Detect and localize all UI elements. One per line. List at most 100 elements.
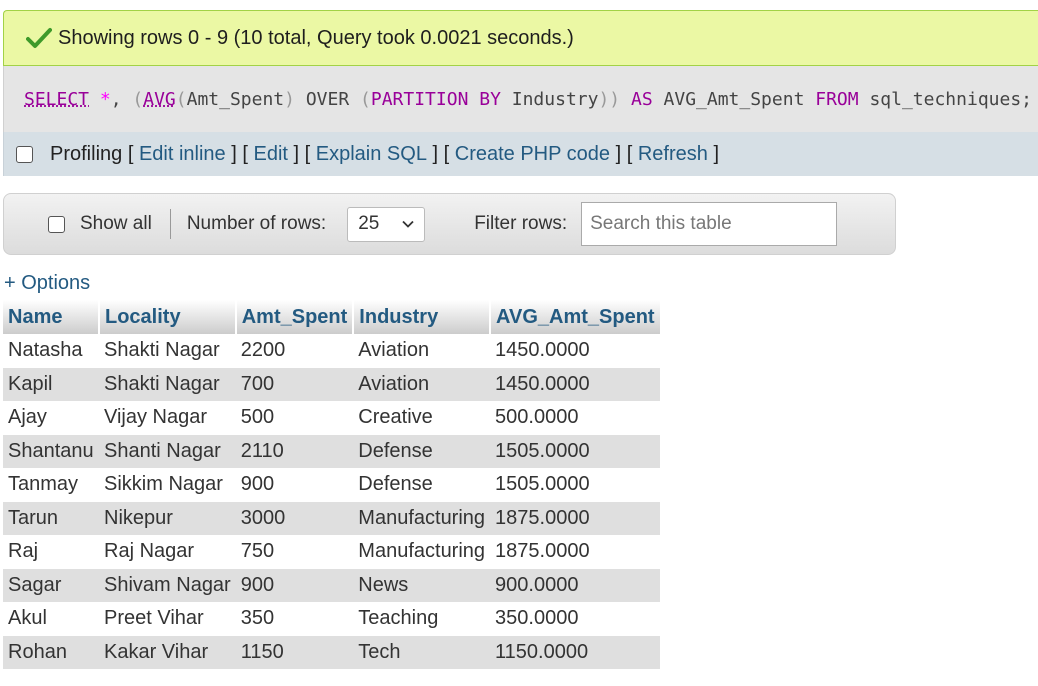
sql-token: ): [284, 88, 295, 110]
results-table: Name Locality Amt_Spent Industry AVG_Amt…: [3, 300, 660, 669]
table-row[interactable]: Tanmay Sikkim Nagar 900 Defense 1505.0000: [3, 468, 660, 502]
profiling-checkbox[interactable]: [16, 145, 33, 163]
cell-name: Akul: [3, 602, 99, 636]
rows-label: Number of rows:: [186, 213, 327, 234]
table-row[interactable]: Shantanu Shanti Nagar 2110 Defense 1505.0000: [3, 434, 660, 468]
show-all-checkbox[interactable]: [48, 215, 65, 233]
sql-token: AS: [631, 88, 653, 110]
divider: [169, 209, 171, 239]
sql-token: )): [598, 88, 621, 110]
cell-avg-amt-spent: 1505.0000: [490, 434, 660, 468]
cell-avg-amt-spent: 1875.0000: [490, 535, 660, 569]
table-row[interactable]: Tarun Nikepur 3000 Manufacturing 1875.0000: [3, 501, 660, 535]
cell-avg-amt-spent: 1875.0000: [490, 501, 660, 535]
cell-avg-amt-spent: 500.0000: [490, 401, 660, 435]
cell-avg-amt-spent: 900.0000: [490, 568, 660, 602]
sql-token: AVG_Amt_Spent: [652, 88, 816, 110]
column-header-locality[interactable]: Locality: [99, 300, 237, 334]
cell-avg-amt-spent: 1450.0000: [490, 367, 660, 401]
checkmark-icon: [26, 28, 52, 48]
cell-name: Tarun: [3, 501, 99, 535]
cell-industry: Defense: [353, 434, 491, 468]
cell-name: Raj: [3, 535, 99, 569]
cell-amt-spent: 1150: [235, 635, 354, 669]
cell-locality: Shivam Nagar: [99, 568, 236, 602]
cell-industry: Defense: [353, 468, 491, 502]
sql-token: ,: [110, 88, 133, 110]
sql-token: *: [99, 88, 111, 110]
sql-token[interactable]: SELECT: [24, 89, 89, 110]
options-link[interactable]: + Options: [4, 272, 90, 295]
cell-amt-spent: 500: [235, 401, 354, 435]
cell-locality: Kakar Vihar: [99, 635, 236, 669]
cell-industry: Creative: [353, 401, 491, 435]
cell-amt-spent: 2200: [235, 334, 354, 368]
cell-name: Sagar: [3, 568, 99, 602]
filter-rows-label: Filter rows:: [474, 213, 568, 234]
query-toolbar: Profiling [ Edit inline ] [ Edit ] [ Exp…: [3, 132, 1038, 176]
cell-avg-amt-spent: 1150.0000: [490, 635, 660, 669]
search-input[interactable]: [581, 202, 838, 246]
sql-token: (: [360, 88, 371, 110]
table-row[interactable]: Raj Raj Nagar 750 Manufacturing 1875.0000: [3, 535, 660, 569]
table-row[interactable]: Rohan Kakar Vihar 1150 Tech 1150.0000: [3, 635, 660, 669]
cell-amt-spent: 900: [235, 468, 354, 502]
sql-token[interactable]: AVG: [143, 89, 176, 110]
cell-amt-spent: 750: [235, 535, 354, 569]
cell-avg-amt-spent: 350.0000: [490, 602, 660, 636]
edit-link[interactable]: Edit: [253, 143, 287, 166]
table-row[interactable]: Kapil Shakti Nagar 700 Aviation 1450.0000: [3, 367, 660, 401]
cell-amt-spent: 700: [235, 367, 354, 401]
sql-token: (: [175, 88, 187, 110]
show-all-label: Show all: [80, 213, 152, 234]
cell-amt-spent: 350: [235, 602, 354, 636]
cell-industry: News: [353, 568, 491, 602]
cell-amt-spent: 900: [235, 568, 354, 602]
column-header-amt-spent[interactable]: Amt_Spent: [235, 300, 355, 334]
rows-select-value: 25: [358, 213, 380, 234]
explain-sql-link[interactable]: Explain SQL: [316, 143, 427, 166]
sql-token: (: [132, 88, 144, 110]
refresh-link[interactable]: Refresh: [638, 143, 708, 166]
edit-inline-link[interactable]: Edit inline: [139, 143, 226, 166]
cell-avg-amt-spent: 1450.0000: [490, 334, 660, 368]
table-row[interactable]: Akul Preet Vihar 350 Teaching 350.0000: [3, 602, 660, 636]
column-header-industry[interactable]: Industry: [353, 300, 492, 334]
cell-industry: Aviation: [353, 334, 491, 368]
cell-locality: Sikkim Nagar: [99, 468, 236, 502]
table-row[interactable]: Sagar Shivam Nagar 900 News 900.0000: [3, 568, 660, 602]
sql-token: Amt_Spent: [186, 88, 285, 110]
cell-industry: Manufacturing: [353, 535, 491, 569]
cell-name: Natasha: [3, 334, 99, 368]
cell-name: Tanmay: [3, 468, 99, 502]
cell-locality: Shanti Nagar: [99, 434, 236, 468]
sql-token: sql_techniques;: [858, 88, 1032, 110]
cell-locality: Shakti Nagar: [99, 334, 236, 368]
success-text: Showing rows 0 - 9 (10 total, Query took…: [58, 26, 574, 49]
sql-token: FROM: [815, 88, 859, 110]
profiling-label: Profiling: [50, 142, 123, 165]
chevron-down-icon: [402, 220, 414, 228]
cell-avg-amt-spent: 1505.0000: [490, 468, 660, 502]
sql-token: Industry: [500, 88, 599, 110]
cell-locality: Vijay Nagar: [99, 401, 236, 435]
cell-industry: Manufacturing: [353, 501, 491, 535]
rows-select[interactable]: 25: [347, 206, 426, 242]
cell-industry: Tech: [353, 635, 491, 669]
cell-locality: Raj Nagar: [99, 535, 236, 569]
table-navigation: Show all Number of rows: 25 Filter rows:: [3, 193, 896, 255]
table-row[interactable]: Natasha Shakti Nagar 2200 Aviation 1450.0000: [3, 334, 660, 368]
cell-name: Ajay: [3, 401, 99, 435]
create-php-code-link[interactable]: Create PHP code: [455, 143, 610, 166]
column-header-avg-amt-spent[interactable]: AVG_Amt_Spent: [490, 300, 660, 334]
table-row[interactable]: Ajay Vijay Nagar 500 Creative 500.0000: [3, 401, 660, 435]
success-message: Showing rows 0 - 9 (10 total, Query took…: [3, 10, 1038, 66]
cell-name: Rohan: [3, 635, 99, 669]
cell-amt-spent: 3000: [235, 501, 354, 535]
cell-industry: Aviation: [353, 367, 491, 401]
column-header-name[interactable]: Name: [3, 300, 100, 334]
cell-name: Kapil: [3, 367, 99, 401]
table-header-row: Name Locality Amt_Spent Industry AVG_Amt…: [3, 300, 660, 334]
